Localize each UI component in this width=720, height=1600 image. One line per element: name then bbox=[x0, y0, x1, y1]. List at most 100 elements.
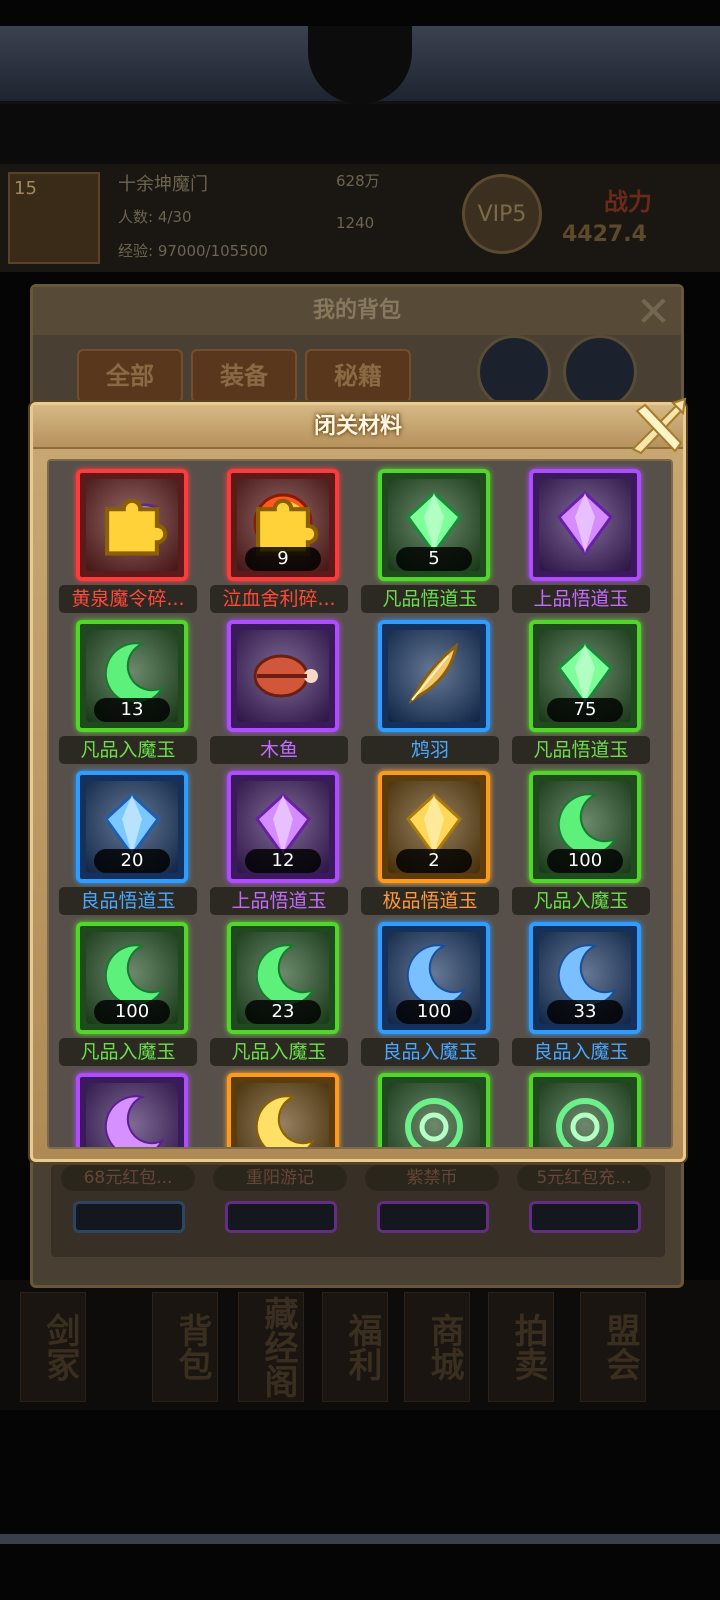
material-item[interactable]: 23 凡品入魔玉 bbox=[210, 922, 360, 1074]
material-item[interactable] bbox=[210, 1073, 360, 1147]
material-item[interactable] bbox=[59, 1073, 209, 1147]
dark-band bbox=[0, 104, 720, 164]
popup-header: 闭关材料 bbox=[33, 405, 683, 449]
material-item[interactable]: 33 良品入魔玉 bbox=[512, 922, 662, 1074]
item-slot[interactable] bbox=[76, 1073, 188, 1147]
roof-ornament bbox=[308, 26, 412, 104]
material-item[interactable]: 100 凡品入魔玉 bbox=[59, 922, 209, 1074]
woodfish-icon bbox=[253, 654, 318, 698]
bag-tab-manuals[interactable]: 秘籍 bbox=[305, 349, 411, 403]
power-label: 战力 bbox=[604, 188, 652, 216]
bag-tab-equipment[interactable]: 装备 bbox=[191, 349, 297, 403]
item-slot[interactable]: 33 bbox=[529, 922, 641, 1034]
material-item[interactable]: 12 上品悟道玉 bbox=[210, 771, 360, 923]
bottom-strip bbox=[0, 1534, 720, 1544]
material-item[interactable]: 20 良品悟道玉 bbox=[59, 771, 209, 923]
material-item[interactable]: 鸩羽 bbox=[361, 620, 511, 772]
nav-library[interactable]: 藏经阁 bbox=[238, 1292, 304, 1402]
materials-grid-container: 黄泉魔令碎... 9 泣血舍利碎... 5 凡品悟道玉 上品悟道玉 13 凡品入魔玉 木鱼 鸩羽 7… bbox=[47, 459, 673, 1149]
item-count: 9 bbox=[245, 547, 321, 571]
fragment-icon bbox=[105, 498, 168, 556]
item-name: 极品悟道玉 bbox=[361, 887, 499, 915]
sect-level-box[interactable]: 15 bbox=[8, 172, 100, 264]
bottom-nav: 剑冢 背包 藏经阁 福利 商城 拍卖 盟会 bbox=[0, 1280, 720, 1410]
item-slot[interactable] bbox=[378, 1073, 490, 1147]
peek-item-name: 重阳游记 bbox=[213, 1165, 347, 1191]
item-name: 良品入魔玉 bbox=[361, 1038, 499, 1066]
material-item[interactable]: 5 凡品悟道玉 bbox=[361, 469, 511, 621]
sect-members: 人数: 4/30 bbox=[118, 208, 192, 226]
item-count: 23 bbox=[245, 1000, 321, 1024]
item-slot[interactable]: 100 bbox=[76, 922, 188, 1034]
nav-welfare[interactable]: 福利 bbox=[322, 1292, 388, 1402]
material-item[interactable] bbox=[361, 1073, 511, 1147]
material-item[interactable]: 2 极品悟道玉 bbox=[361, 771, 511, 923]
nav-shop[interactable]: 商城 bbox=[404, 1292, 470, 1402]
nav-alliance[interactable]: 盟会 bbox=[580, 1292, 646, 1402]
swirl-green-icon bbox=[556, 1098, 614, 1147]
item-slot[interactable]: 2 bbox=[378, 771, 490, 883]
item-slot[interactable] bbox=[529, 469, 641, 581]
nav-jianzhong[interactable]: 剑冢 bbox=[20, 1292, 86, 1402]
item-slot[interactable]: 9 bbox=[227, 469, 339, 581]
item-slot[interactable]: 12 bbox=[227, 771, 339, 883]
item-slot[interactable]: 13 bbox=[76, 620, 188, 732]
item-name: 良品悟道玉 bbox=[59, 887, 197, 915]
material-item[interactable]: 黄泉魔令碎... bbox=[59, 469, 209, 621]
nav-bag[interactable]: 背包 bbox=[152, 1292, 218, 1402]
feather-icon bbox=[408, 642, 459, 705]
item-slot[interactable]: 100 bbox=[378, 922, 490, 1034]
item-count: 33 bbox=[547, 1000, 623, 1024]
close-button[interactable] bbox=[625, 397, 689, 457]
bag-tab-all[interactable]: 全部 bbox=[77, 349, 183, 403]
item-name: 凡品悟道玉 bbox=[361, 585, 499, 613]
item-slot[interactable]: 20 bbox=[76, 771, 188, 883]
material-item[interactable] bbox=[512, 1073, 662, 1147]
popup-title: 闭关材料 bbox=[313, 414, 402, 439]
item-slot[interactable]: 75 bbox=[529, 620, 641, 732]
material-item[interactable]: 100 凡品入魔玉 bbox=[512, 771, 662, 923]
material-item[interactable]: 13 凡品入魔玉 bbox=[59, 620, 209, 772]
swirl-green-icon bbox=[405, 1098, 463, 1147]
bag-material-icon[interactable] bbox=[477, 335, 551, 409]
item-name: 凡品入魔玉 bbox=[210, 1038, 348, 1066]
material-item[interactable]: 75 凡品悟道玉 bbox=[512, 620, 662, 772]
material-item[interactable]: 9 泣血舍利碎... bbox=[210, 469, 360, 621]
material-item[interactable]: 上品悟道玉 bbox=[512, 469, 662, 621]
item-slot[interactable] bbox=[378, 620, 490, 732]
item-slot[interactable]: 5 bbox=[378, 469, 490, 581]
gem-purple-icon bbox=[557, 490, 613, 556]
item-slot[interactable]: 100 bbox=[529, 771, 641, 883]
item-count: 100 bbox=[94, 1000, 170, 1024]
game-screen: 15 十余坤魔门 人数: 4/30 经验: 97000/105500 628万 … bbox=[0, 0, 720, 1600]
item-slot[interactable] bbox=[227, 1073, 339, 1147]
item-name: 凡品入魔玉 bbox=[512, 887, 650, 915]
peek-item-name: 5元红包充... bbox=[517, 1165, 651, 1191]
vip-badge[interactable]: VIP5 bbox=[462, 174, 542, 254]
sect-info-bar: 15 十余坤魔门 人数: 4/30 经验: 97000/105500 628万 … bbox=[0, 164, 720, 272]
item-slot[interactable] bbox=[529, 1073, 641, 1147]
item-name: 木鱼 bbox=[210, 736, 348, 764]
moon-gold-icon bbox=[255, 1095, 316, 1147]
nav-auction[interactable]: 拍卖 bbox=[488, 1292, 554, 1402]
item-count: 2 bbox=[396, 849, 472, 873]
item-slot[interactable] bbox=[227, 620, 339, 732]
backpack-close-icon[interactable]: ✕ bbox=[636, 291, 671, 333]
item-name: 泣血舍利碎... bbox=[210, 585, 348, 613]
material-item[interactable]: 木鱼 bbox=[210, 620, 360, 772]
item-slot[interactable] bbox=[76, 469, 188, 581]
item-count: 13 bbox=[94, 698, 170, 722]
peek-item-slot[interactable] bbox=[225, 1201, 337, 1233]
gold-amount: 1240 bbox=[336, 214, 375, 232]
materials-popup: 闭关材料 黄泉魔令碎... 9 泣血舍利碎... 5 凡品悟道玉 上品悟道玉 13 凡品入魔玉… bbox=[30, 397, 687, 1162]
item-name: 凡品入魔玉 bbox=[59, 736, 197, 764]
item-count: 20 bbox=[94, 849, 170, 873]
peek-item-slot[interactable] bbox=[377, 1201, 489, 1233]
item-slot[interactable]: 23 bbox=[227, 922, 339, 1034]
sect-name: 十余坤魔门 bbox=[118, 174, 208, 195]
material-item[interactable]: 100 良品入魔玉 bbox=[361, 922, 511, 1074]
peek-item-slot[interactable] bbox=[529, 1201, 641, 1233]
peek-item-slot[interactable] bbox=[73, 1201, 185, 1233]
item-name: 良品入魔玉 bbox=[512, 1038, 650, 1066]
item-count: 100 bbox=[396, 1000, 472, 1024]
